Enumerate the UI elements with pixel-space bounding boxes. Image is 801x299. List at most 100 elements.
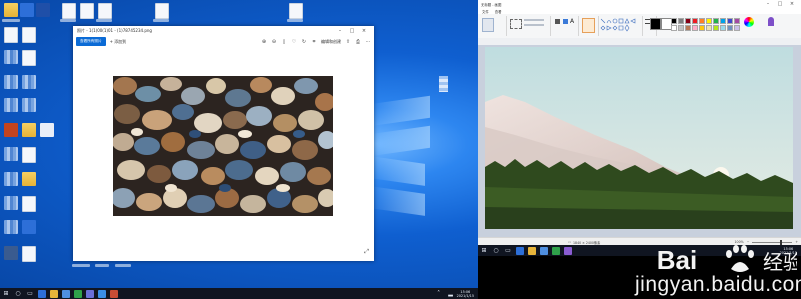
palette-swatch[interactable] (692, 25, 698, 31)
rotate-icon[interactable]: ↻ (301, 39, 307, 45)
file-icon[interactable] (22, 196, 36, 212)
palette-swatch[interactable] (734, 25, 740, 31)
paint3d-icon[interactable] (768, 17, 774, 26)
palette-swatch[interactable] (685, 25, 691, 31)
minimize-icon[interactable]: – (334, 28, 346, 34)
folder-icon[interactable] (22, 123, 36, 137)
color1-swatch[interactable] (650, 18, 661, 30)
text-icon[interactable]: A (570, 18, 574, 25)
network-icon[interactable]: ▂ (447, 290, 455, 298)
brush-icon[interactable] (582, 18, 595, 33)
file-icon[interactable] (22, 27, 36, 43)
app-icon[interactable] (110, 289, 118, 298)
file-icon[interactable] (289, 3, 303, 19)
file-icon[interactable] (4, 27, 18, 43)
favorite-icon[interactable]: ♡ (291, 39, 297, 45)
file-icon[interactable] (22, 147, 36, 163)
blurred-icon[interactable] (4, 147, 18, 161)
edit-create-button[interactable]: 编辑和创建 (321, 39, 341, 45)
task-view-icon[interactable]: ▭ (504, 247, 512, 255)
blurred-desktop-icon[interactable] (439, 76, 448, 92)
explorer-icon[interactable] (528, 246, 536, 255)
maximize-icon[interactable]: □ (774, 1, 786, 7)
blurred-icon[interactable] (22, 75, 36, 89)
paste-icon[interactable] (482, 18, 494, 32)
taskbar-clock[interactable]: 15:06 2021/1/15 (457, 290, 478, 298)
palette-swatch[interactable] (713, 18, 719, 24)
palette-swatch[interactable] (692, 18, 698, 24)
task-view-icon[interactable]: ▭ (26, 290, 34, 298)
palette-swatch[interactable] (720, 25, 726, 31)
paint-taskbar-icon[interactable] (564, 246, 572, 255)
paint-titlebar[interactable]: 无标题 - 画图 – □ × (478, 0, 801, 8)
paint-canvas-image[interactable] (485, 47, 793, 229)
minimize-icon[interactable]: – (762, 1, 774, 7)
palette-swatch[interactable] (713, 25, 719, 31)
app-icon[interactable] (4, 246, 18, 260)
palette-swatch[interactable] (699, 25, 705, 31)
app-icon[interactable] (86, 289, 94, 298)
see-all-photos-button[interactable]: 查看所有照片 (76, 37, 106, 46)
crop-icon[interactable]: ⌗ (311, 39, 317, 45)
add-to-button[interactable]: + 添加到 (110, 39, 127, 45)
app-icon[interactable] (22, 220, 36, 234)
close-icon[interactable]: × (786, 1, 798, 7)
palette-swatch[interactable] (671, 25, 677, 31)
folder-icon[interactable] (22, 172, 36, 186)
start-icon[interactable]: ⊞ (2, 290, 10, 298)
app-icon[interactable] (20, 3, 34, 17)
file-icon[interactable] (22, 50, 36, 66)
palette-swatch[interactable] (699, 18, 705, 24)
share-icon[interactable]: ⇪ (345, 39, 351, 45)
palette-swatch[interactable] (720, 18, 726, 24)
more-icon[interactable]: ⋯ (365, 39, 371, 45)
palette-swatch[interactable] (727, 18, 733, 24)
palette-swatch[interactable] (678, 25, 684, 31)
search-icon[interactable]: ○ (14, 290, 22, 298)
menu-file[interactable]: 文件 (482, 9, 489, 14)
app-icon[interactable] (74, 289, 82, 298)
edge-icon[interactable] (516, 246, 524, 255)
crop-icon[interactable] (524, 19, 544, 21)
file-icon[interactable] (22, 246, 36, 262)
resize-icon[interactable] (524, 24, 544, 26)
edit-colors-icon[interactable] (744, 17, 754, 27)
delete-icon[interactable]: ▯ (281, 39, 287, 45)
print-icon[interactable]: ⎙ (355, 39, 361, 45)
maximize-icon[interactable]: □ (346, 28, 358, 34)
app-icon[interactable] (540, 246, 548, 255)
palette-swatch[interactable] (706, 25, 712, 31)
pencil-icon[interactable] (555, 19, 560, 24)
edge-icon[interactable] (38, 289, 46, 298)
app-icon[interactable] (36, 3, 50, 17)
search-icon[interactable]: ○ (492, 247, 500, 255)
palette-swatch[interactable] (671, 18, 677, 24)
start-icon[interactable]: ⊞ (480, 247, 488, 255)
fill-icon[interactable] (563, 19, 568, 24)
menu-view[interactable]: 查看 (495, 9, 502, 14)
palette-swatch[interactable] (678, 18, 684, 24)
select-icon[interactable] (510, 19, 522, 29)
blurred-icon[interactable] (4, 50, 18, 64)
blurred-icon[interactable] (22, 98, 36, 112)
photos-taskbar-icon[interactable] (98, 289, 106, 298)
zoom-in-icon[interactable]: ⊕ (261, 39, 267, 45)
app-icon[interactable] (62, 289, 70, 298)
explorer-icon[interactable] (50, 289, 58, 298)
close-icon[interactable]: × (358, 28, 370, 34)
photos-titlebar[interactable]: 照片 - 1(1)00(1)01 - (1)78745234.png – □ × (73, 26, 374, 36)
file-icon[interactable] (62, 3, 76, 19)
blurred-icon[interactable] (4, 220, 18, 234)
palette-swatch[interactable] (734, 18, 740, 24)
blurred-icon[interactable] (4, 196, 18, 210)
zoom-out-icon[interactable]: ⊖ (271, 39, 277, 45)
blurred-icon[interactable] (4, 172, 18, 186)
app-icon[interactable] (552, 246, 560, 255)
palette-swatch[interactable] (706, 18, 712, 24)
blurred-icon[interactable] (4, 98, 18, 112)
app-icon[interactable] (4, 123, 18, 137)
file-icon[interactable] (98, 3, 112, 19)
file-icon[interactable] (40, 123, 54, 137)
blurred-icon[interactable] (4, 75, 18, 89)
file-icon[interactable] (155, 3, 169, 19)
